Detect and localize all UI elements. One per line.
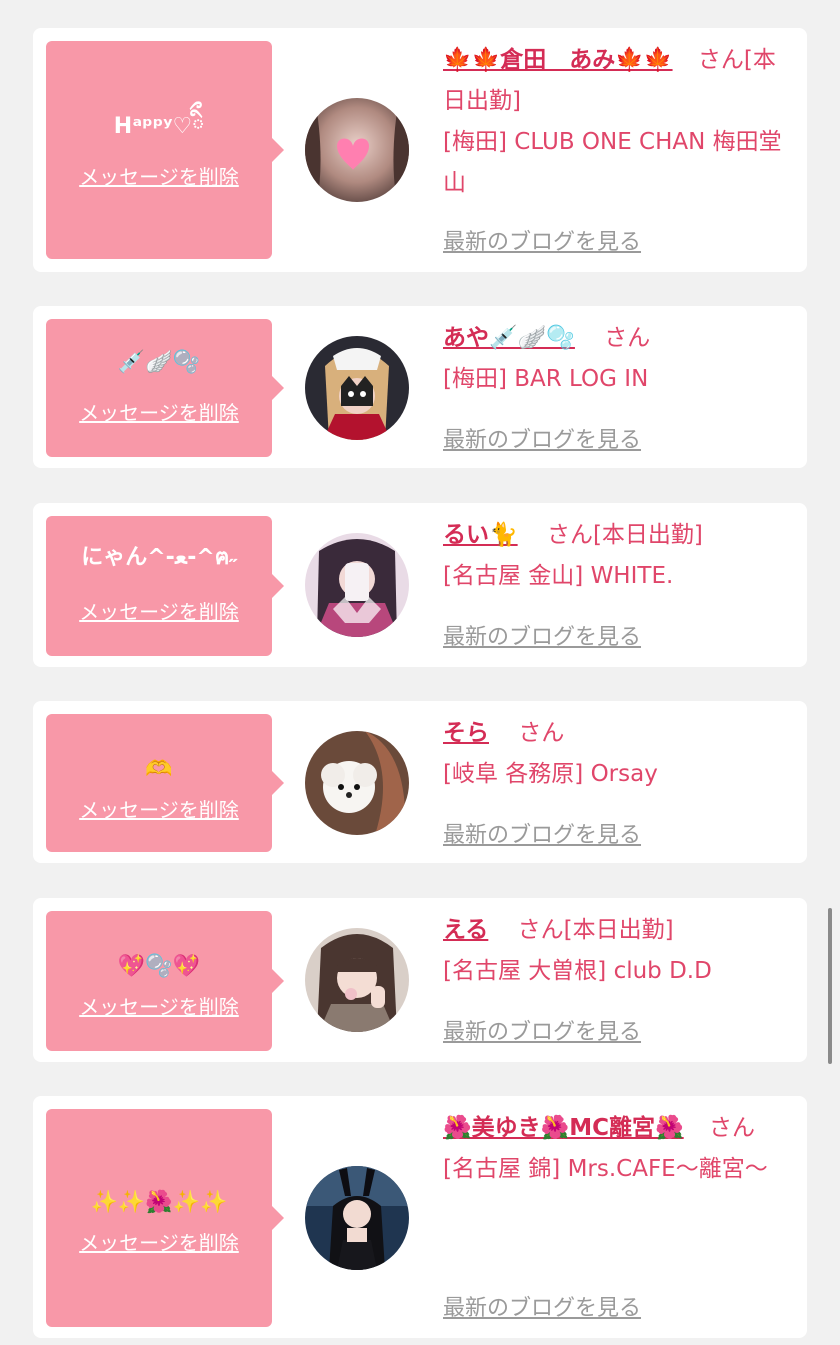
honorific: さん bbox=[709, 1115, 755, 1141]
status-badge: [本日出勤] bbox=[563, 917, 674, 943]
cast-location: [梅田] BAR LOG IN bbox=[443, 366, 649, 392]
message-bubble: 🫶 メッセージを削除 bbox=[46, 714, 284, 852]
cast-info: そら さん [岐阜 各務原] Orsay bbox=[443, 713, 793, 795]
delete-message-link[interactable]: メッセージを削除 bbox=[46, 794, 272, 823]
honorific: さん bbox=[604, 325, 651, 351]
delete-message-link[interactable]: メッセージを削除 bbox=[46, 1227, 272, 1256]
cast-card: 💖🫧💖 メッセージを削除 える さん[本日出勤] [名古屋 大曽根] club … bbox=[33, 898, 807, 1062]
cast-name-link[interactable]: 🍁🍁倉田 あみ🍁🍁 bbox=[443, 47, 673, 73]
honorific: さん bbox=[518, 720, 565, 746]
message-text: にゃん^-ﻌ-^ฅ˶ bbox=[81, 545, 237, 570]
delete-message-link[interactable]: メッセージを削除 bbox=[46, 161, 272, 190]
cast-card: にゃん^-ﻌ-^ฅ˶ メッセージを削除 るい🐈 さん[本日出勤] [名古屋 金山… bbox=[33, 503, 807, 667]
latest-blog-link[interactable]: 最新のブログを見る bbox=[443, 817, 641, 849]
message-bubble: 💉🪽🫧 メッセージを削除 bbox=[46, 319, 284, 457]
message-text: 💉🪽🫧 bbox=[117, 350, 201, 375]
avatar[interactable] bbox=[305, 1166, 409, 1270]
avatar[interactable] bbox=[305, 928, 409, 1032]
cast-card: ✨✨🌺✨✨ メッセージを削除 🌺美ゆき🌺MC離宮🌺 さん [名古屋 錦] Mrs… bbox=[33, 1096, 807, 1338]
latest-blog-link[interactable]: 最新のブログを見る bbox=[443, 1014, 641, 1046]
avatar[interactable] bbox=[305, 731, 409, 835]
cast-info: 🌺美ゆき🌺MC離宮🌺 さん [名古屋 錦] Mrs.CAFE〜離宮〜 bbox=[443, 1108, 793, 1190]
message-text: ✨✨🌺✨✨ bbox=[90, 1190, 228, 1215]
cast-card: 🫶 メッセージを削除 そら さん [岐阜 各務原] Orsay 最新のブログを見… bbox=[33, 701, 807, 863]
honorific: さん bbox=[517, 917, 564, 943]
cast-location: [岐阜 各務原] Orsay bbox=[443, 761, 658, 787]
latest-blog-link[interactable]: 最新のブログを見る bbox=[443, 422, 641, 454]
cast-location: [名古屋 錦] Mrs.CAFE〜離宮〜 bbox=[443, 1156, 768, 1182]
cast-info: える さん[本日出勤] [名古屋 大曽根] club D.D bbox=[443, 910, 793, 992]
cast-name-link[interactable]: あや💉🪽🫧 bbox=[443, 325, 575, 351]
cast-name-link[interactable]: そら bbox=[443, 720, 489, 746]
honorific: さん bbox=[697, 47, 744, 73]
cast-card: 💉🪽🫧 メッセージを削除 あや💉🪽🫧 さん [梅田] BAR LOG IN 最新… bbox=[33, 306, 807, 468]
delete-message-link[interactable]: メッセージを削除 bbox=[46, 596, 272, 625]
avatar[interactable] bbox=[305, 533, 409, 637]
message-text: 💖🫧💖 bbox=[117, 954, 201, 979]
message-bubble: ✨✨🌺✨✨ メッセージを削除 bbox=[46, 1109, 284, 1327]
latest-blog-link[interactable]: 最新のブログを見る bbox=[443, 1290, 641, 1322]
message-text: 🫶 bbox=[145, 757, 173, 782]
cast-location: [名古屋 金山] WHITE. bbox=[443, 563, 674, 589]
latest-blog-link[interactable]: 最新のブログを見る bbox=[443, 224, 641, 256]
cast-info: るい🐈 さん[本日出勤] [名古屋 金山] WHITE. bbox=[443, 515, 793, 597]
message-bubble: にゃん^-ﻌ-^ฅ˶ メッセージを削除 bbox=[46, 516, 284, 656]
avatar[interactable] bbox=[305, 336, 409, 440]
cast-location: [名古屋 大曽根] club D.D bbox=[443, 958, 712, 984]
latest-blog-link[interactable]: 最新のブログを見る bbox=[443, 619, 641, 651]
cast-card: Hᵃᵖᵖʸ♡ིྀ メッセージを削除 🍁🍁倉田 あみ🍁🍁 さん[本日出勤] [梅田… bbox=[33, 28, 807, 272]
cast-location: [梅田] CLUB ONE CHAN 梅田堂山 bbox=[443, 129, 782, 196]
cast-info: あや💉🪽🫧 さん [梅田] BAR LOG IN bbox=[443, 318, 793, 400]
favorite-cast-list: Hᵃᵖᵖʸ♡ིྀ メッセージを削除 🍁🍁倉田 あみ🍁🍁 さん[本日出勤] [梅田… bbox=[0, 0, 840, 1345]
message-bubble: 💖🫧💖 メッセージを削除 bbox=[46, 911, 284, 1051]
cast-name-link[interactable]: える bbox=[443, 917, 488, 943]
vertical-scrollbar[interactable] bbox=[828, 908, 832, 1064]
status-badge: [本日出勤] bbox=[592, 522, 703, 548]
message-bubble: Hᵃᵖᵖʸ♡ིྀ メッセージを削除 bbox=[46, 41, 284, 259]
cast-info: 🍁🍁倉田 あみ🍁🍁 さん[本日出勤] [梅田] CLUB ONE CHAN 梅田… bbox=[443, 40, 793, 204]
honorific: さん bbox=[546, 522, 593, 548]
message-text: Hᵃᵖᵖʸ♡ིྀ bbox=[113, 114, 205, 139]
cast-name-link[interactable]: 🌺美ゆき🌺MC離宮🌺 bbox=[443, 1115, 684, 1141]
delete-message-link[interactable]: メッセージを削除 bbox=[46, 397, 272, 426]
avatar[interactable] bbox=[305, 98, 409, 202]
delete-message-link[interactable]: メッセージを削除 bbox=[46, 991, 272, 1020]
cast-name-link[interactable]: るい🐈 bbox=[443, 522, 518, 548]
